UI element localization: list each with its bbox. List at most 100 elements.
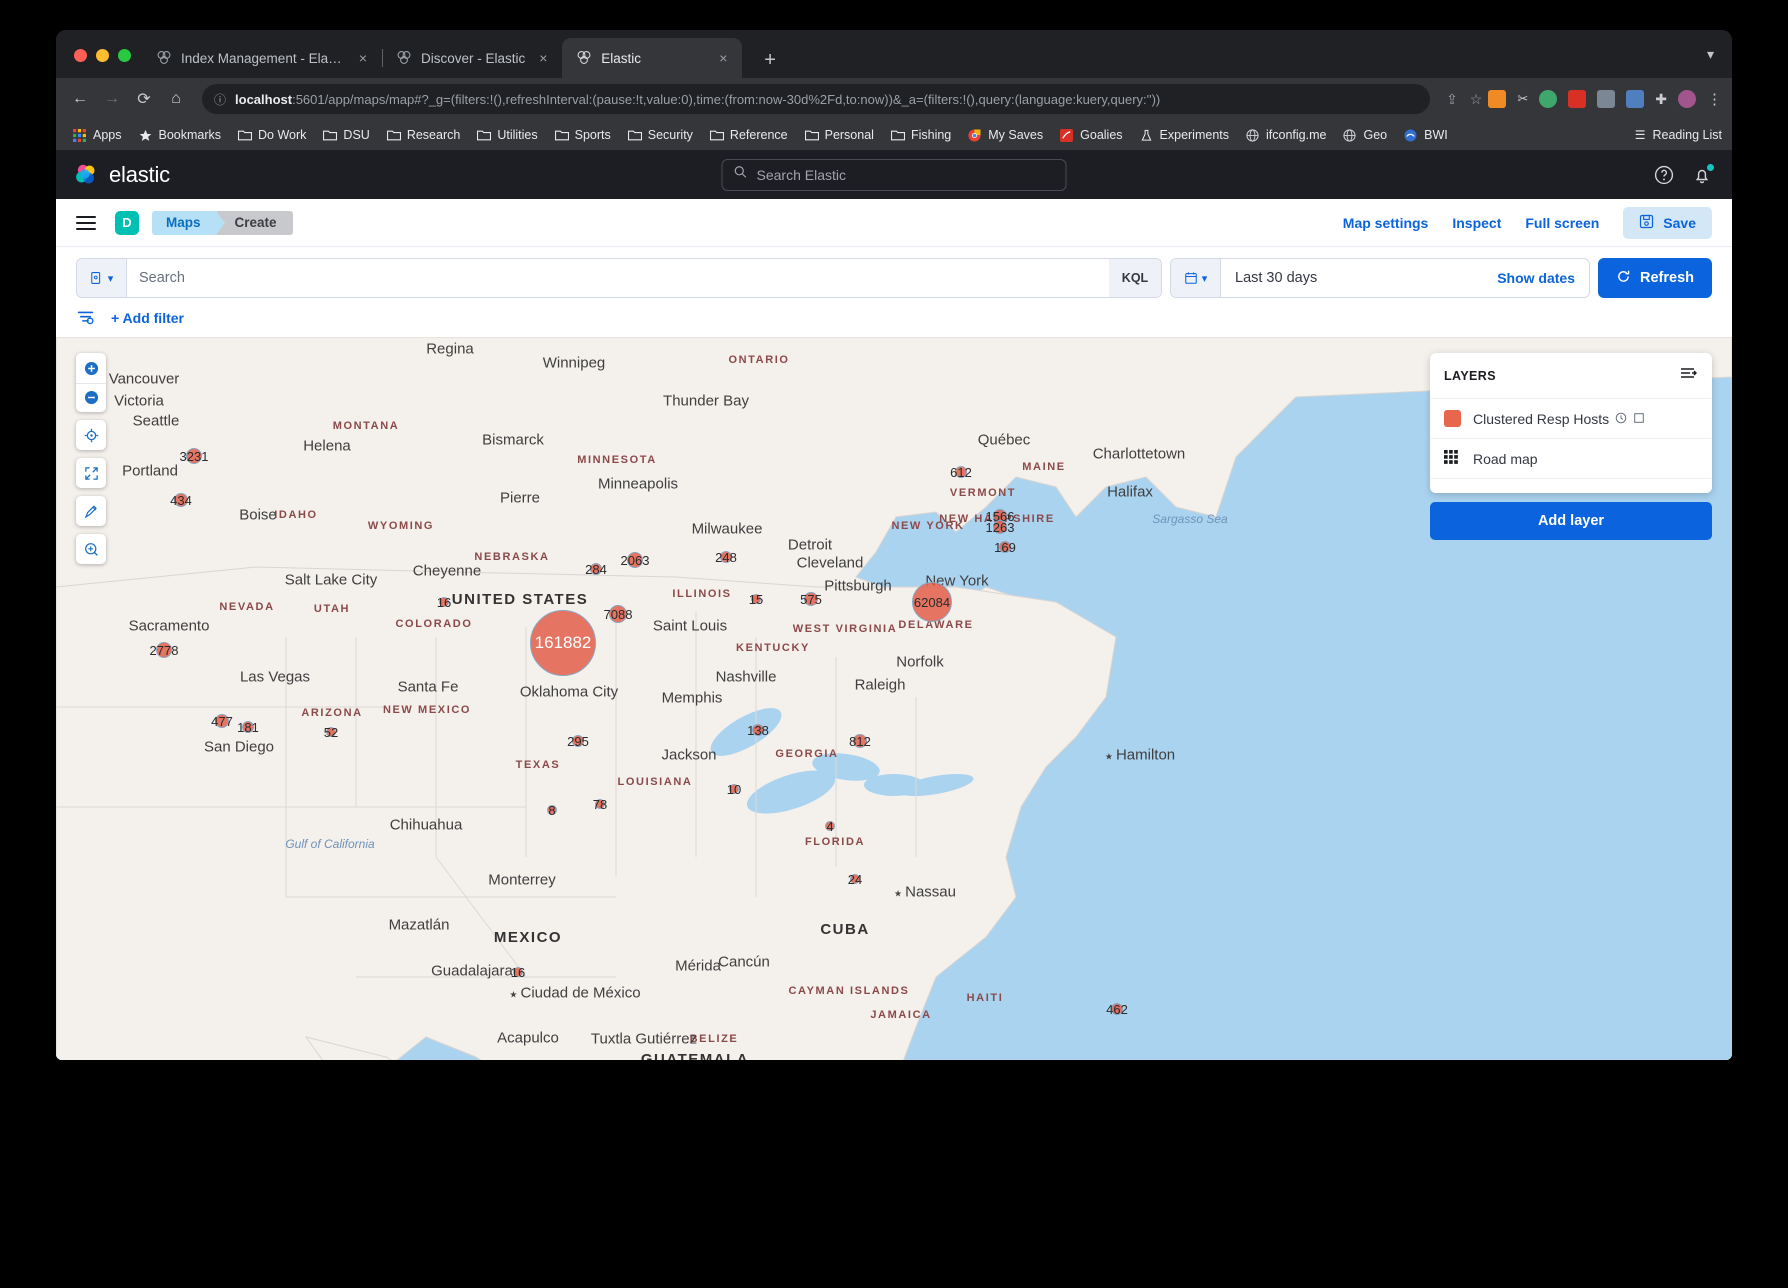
map-cluster-marker[interactable]: 575 xyxy=(800,592,822,607)
map-cluster-marker[interactable]: 16 xyxy=(437,595,451,610)
bookmark-research[interactable]: Research xyxy=(380,125,468,145)
map-cluster-marker[interactable]: 7088 xyxy=(604,605,632,623)
bookmark-experiments[interactable]: Experiments xyxy=(1133,125,1236,145)
bookmark-geo[interactable]: Geo xyxy=(1336,125,1394,145)
bookmark-security[interactable]: Security xyxy=(621,125,700,145)
extension-icon[interactable] xyxy=(1488,90,1507,108)
map-cluster-marker[interactable]: 462 xyxy=(1106,1002,1128,1017)
map-cluster-marker[interactable]: 434 xyxy=(170,493,192,508)
fit-bounds-button[interactable] xyxy=(76,458,106,488)
map-cluster-marker[interactable]: 3231 xyxy=(180,448,208,464)
time-range-label[interactable]: Last 30 days xyxy=(1221,270,1483,286)
calendar-button[interactable]: ▾ xyxy=(1171,259,1221,297)
bookmark-fishing[interactable]: Fishing xyxy=(884,125,958,145)
forward-button[interactable]: → xyxy=(98,85,126,113)
save-button[interactable]: Save xyxy=(1623,206,1712,239)
browser-tab-active[interactable]: Elastic × xyxy=(562,38,743,78)
locate-button[interactable] xyxy=(76,420,106,450)
inspect-button[interactable]: Inspect xyxy=(1452,215,1501,231)
map-settings-button[interactable]: Map settings xyxy=(1343,215,1429,231)
bookmark-personal[interactable]: Personal xyxy=(798,125,881,145)
help-icon[interactable] xyxy=(1654,165,1674,185)
search-input-field[interactable]: Search xyxy=(127,259,1109,297)
reading-list-button[interactable]: ☰ Reading List xyxy=(1635,128,1722,142)
extension-icon[interactable] xyxy=(1597,90,1616,108)
puzzle-extension-icon[interactable]: ✚ xyxy=(1655,91,1667,108)
map-cluster-marker[interactable]: 248 xyxy=(715,550,737,565)
map-cluster-marker[interactable]: 24 xyxy=(848,872,862,887)
map-cluster-marker[interactable]: 4 xyxy=(825,819,835,834)
map-cluster-marker[interactable]: 2063 xyxy=(621,552,649,568)
add-filter-button[interactable]: + Add filter xyxy=(111,310,184,326)
map-cluster-marker[interactable]: 138 xyxy=(747,723,769,738)
map-cluster-marker[interactable]: 181 xyxy=(237,720,259,735)
map-cluster-marker[interactable]: 284 xyxy=(585,562,607,577)
bookmark-ifconfig[interactable]: ifconfig.me xyxy=(1239,125,1333,145)
browser-tab[interactable]: Discover - Elastic × xyxy=(382,38,564,78)
bookmark-my-saves[interactable]: My Saves xyxy=(961,125,1050,145)
profile-avatar[interactable] xyxy=(1678,90,1696,108)
extension-icon[interactable] xyxy=(1568,90,1587,108)
bookmark-reference[interactable]: Reference xyxy=(703,125,795,145)
breadcrumb-item-maps[interactable]: Maps xyxy=(152,210,224,235)
bookmark-do-work[interactable]: Do Work xyxy=(231,125,313,145)
map-cluster-marker[interactable]: 295 xyxy=(567,734,589,749)
map-cluster-marker[interactable]: 15 xyxy=(749,592,763,607)
reload-button[interactable]: ⟳ xyxy=(130,85,158,113)
bookmark-dsu[interactable]: DSU xyxy=(316,125,376,145)
map-cluster-marker[interactable]: 52 xyxy=(324,725,338,740)
close-window-button[interactable] xyxy=(74,49,87,62)
extension-icon[interactable]: ✂ xyxy=(1517,91,1528,107)
layer-item-road-map[interactable]: Road map xyxy=(1430,439,1712,479)
add-layer-button[interactable]: Add layer xyxy=(1430,502,1712,540)
map-cluster-marker[interactable]: 62084 xyxy=(912,582,952,622)
notifications-icon[interactable] xyxy=(1692,163,1714,185)
close-icon[interactable]: × xyxy=(354,50,372,66)
window-controls[interactable] xyxy=(74,49,131,62)
draw-filter-button[interactable] xyxy=(76,496,106,526)
query-language-button[interactable]: KQL xyxy=(1109,259,1161,297)
back-button[interactable]: ← xyxy=(66,85,94,113)
address-bar[interactable]: ⓘ localhost:5601/app/maps/map#?_g=(filte… xyxy=(202,84,1431,114)
bookmark-star-icon[interactable]: ☆ xyxy=(1470,91,1483,108)
new-tab-button[interactable]: + xyxy=(754,49,786,78)
bookmark-apps[interactable]: Apps xyxy=(66,125,129,145)
layer-item-clustered-resp-hosts[interactable]: Clustered Resp Hosts xyxy=(1430,399,1712,439)
bookmark-bookmarks[interactable]: Bookmarks xyxy=(132,125,229,145)
close-icon[interactable]: × xyxy=(534,50,552,66)
zoom-in-button[interactable] xyxy=(76,354,106,383)
menu-toggle-button[interactable] xyxy=(76,215,96,230)
show-dates-button[interactable]: Show dates xyxy=(1483,270,1589,286)
map-cluster-marker[interactable]: 169 xyxy=(994,540,1016,555)
map-cluster-marker[interactable]: 8 xyxy=(547,803,557,818)
saved-query-button[interactable]: ▾ xyxy=(77,259,127,297)
search-query-field[interactable]: ▾ Search KQL xyxy=(76,258,1162,298)
search-input[interactable]: Search Elastic xyxy=(721,158,1067,191)
zoom-out-button[interactable] xyxy=(76,382,106,412)
refresh-button[interactable]: Refresh xyxy=(1598,258,1712,298)
zoom-controls[interactable] xyxy=(76,353,106,412)
map-cluster-marker[interactable]: 16 xyxy=(511,965,525,980)
map-cluster-marker[interactable]: 812 xyxy=(849,734,871,749)
full-screen-button[interactable]: Full screen xyxy=(1525,215,1599,231)
map-cluster-marker[interactable]: 477 xyxy=(211,714,233,729)
collapse-panel-icon[interactable] xyxy=(1680,366,1698,385)
extension-icon[interactable] xyxy=(1539,90,1558,108)
maximize-window-button[interactable] xyxy=(118,49,131,62)
map-cluster-marker[interactable]: 78 xyxy=(593,797,607,812)
map-cluster-marker[interactable]: 10 xyxy=(727,782,741,797)
browser-tab[interactable]: Index Management - Elastic × xyxy=(142,38,383,78)
filter-icon[interactable] xyxy=(76,308,95,327)
bookmark-goalies[interactable]: Goalies xyxy=(1053,125,1129,145)
home-button[interactable]: ⌂ xyxy=(162,85,190,113)
bookmark-utilities[interactable]: Utilities xyxy=(470,125,544,145)
browser-menu-icon[interactable]: ⋮ xyxy=(1707,90,1722,108)
map-cluster-marker[interactable]: 612 xyxy=(950,465,972,480)
map-cluster-marker[interactable]: 2778 xyxy=(150,642,178,658)
map-cluster-marker[interactable]: 1263 xyxy=(986,520,1015,535)
map-cluster-marker[interactable]: 161882 xyxy=(530,610,596,676)
site-info-icon[interactable]: ⓘ xyxy=(214,91,226,108)
map-canvas[interactable]: LAYERS Clustered Resp Hosts Road map Add… xyxy=(56,337,1732,1060)
tooltip-tool-button[interactable] xyxy=(76,534,106,564)
tab-list-chevron-icon[interactable]: ▾ xyxy=(1707,46,1714,63)
